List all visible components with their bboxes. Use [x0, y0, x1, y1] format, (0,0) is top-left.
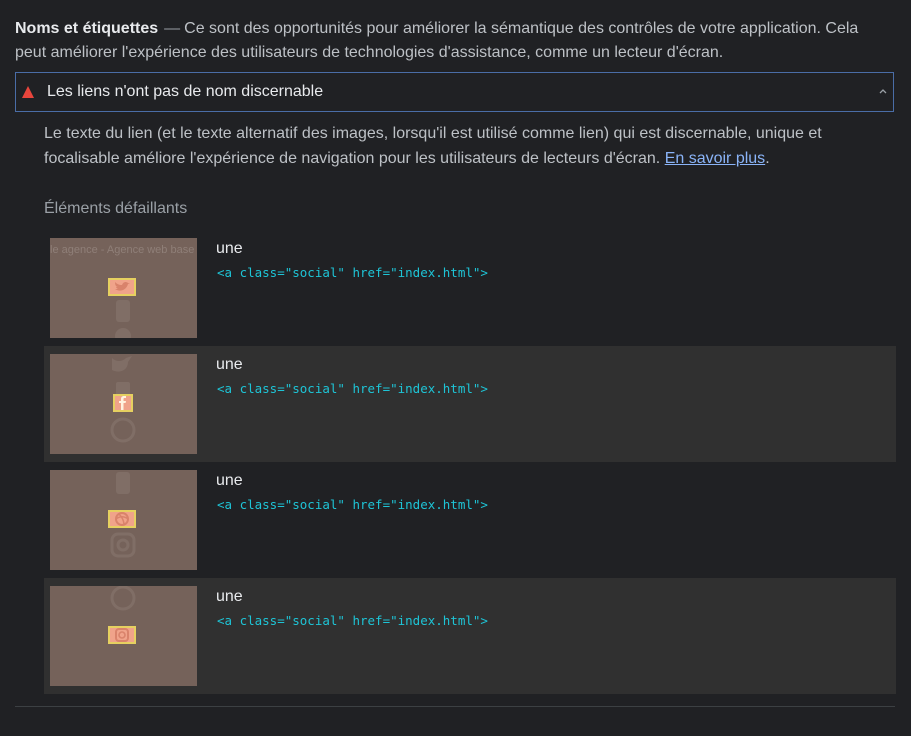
- element-screenshot-thumbnail: [50, 470, 197, 570]
- audit-panel: Noms et étiquettes — Ce sont des opportuni…: [0, 0, 911, 736]
- element-highlight-box: [108, 510, 136, 528]
- element-screenshot-thumbnail: le agence - Agence web base: [50, 238, 197, 338]
- warning-triangle-icon: [22, 86, 34, 98]
- element-highlight-box: [113, 394, 133, 412]
- failing-element-row[interactable]: une <a class="social" href="index.html">: [44, 462, 896, 578]
- description-trailing: .: [765, 150, 770, 167]
- element-label: une: [216, 356, 243, 373]
- element-label: une: [216, 472, 243, 489]
- instagram-icon: [115, 628, 129, 642]
- audit-description: Le texte du lien (et le texte alternatif…: [44, 121, 844, 171]
- audit-title: Les liens n'ont pas de nom discernable: [47, 83, 324, 100]
- facebook-icon: [119, 396, 126, 410]
- learn-more-link[interactable]: En savoir plus: [665, 150, 766, 167]
- element-snippet[interactable]: <a class="social" href="index.html">: [217, 497, 488, 512]
- audit-header-toggle[interactable]: Les liens n'ont pas de nom discernable: [15, 72, 894, 112]
- failing-element-row[interactable]: le agence - Agence web base une <a class…: [44, 230, 896, 346]
- failing-elements-list: le agence - Agence web base une <a class…: [44, 230, 896, 694]
- element-label: une: [216, 588, 243, 605]
- element-highlight-box: [108, 626, 136, 644]
- element-snippet[interactable]: <a class="social" href="index.html">: [217, 613, 488, 628]
- element-snippet[interactable]: <a class="social" href="index.html">: [217, 265, 488, 280]
- chevron-up-icon[interactable]: [877, 85, 889, 97]
- element-screenshot-thumbnail: [50, 354, 197, 454]
- group-header: Noms et étiquettes — Ce sont des opportuni…: [15, 17, 885, 65]
- element-highlight-box: [108, 278, 136, 296]
- failing-element-row[interactable]: une <a class="social" href="index.html">: [44, 346, 896, 462]
- twitter-icon: [115, 281, 130, 291]
- dribbble-icon: [115, 512, 129, 526]
- failing-element-row[interactable]: une <a class="social" href="index.html">: [44, 578, 896, 694]
- element-snippet[interactable]: <a class="social" href="index.html">: [217, 381, 488, 396]
- section-divider: [15, 706, 895, 707]
- group-dash: —: [164, 20, 181, 37]
- group-title: Noms et étiquettes: [15, 20, 159, 37]
- element-label: une: [216, 240, 243, 257]
- element-screenshot-thumbnail: [50, 586, 197, 686]
- failing-elements-heading: Éléments défaillants: [44, 200, 188, 217]
